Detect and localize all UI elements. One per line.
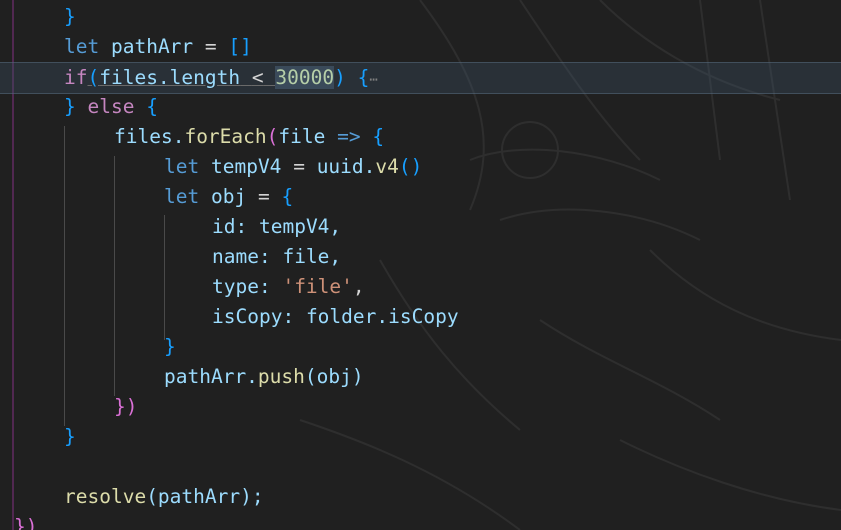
- code-token: resolve: [64, 485, 147, 508]
- code-token: pathArr: [110, 35, 194, 58]
- code-token: {: [281, 185, 294, 208]
- code-line[interactable]: let tempV4 = uuid.v4(): [0, 152, 841, 182]
- code-line[interactable]: id: tempV4,: [0, 212, 841, 242]
- code-token: uuid.: [316, 155, 376, 178]
- code-text: name: file,: [212, 242, 341, 272]
- code-line[interactable]: }: [0, 2, 841, 32]
- code-token: <: [251, 66, 264, 89]
- code-token: if: [64, 66, 88, 89]
- code-token: []: [228, 35, 252, 58]
- code-text: } else {: [64, 92, 158, 122]
- code-text: resolve(pathArr);: [64, 482, 264, 512]
- code-line[interactable]: }: [0, 332, 841, 362]
- code-token: name:: [212, 245, 271, 268]
- code-token: push: [257, 365, 305, 388]
- code-token: }): [14, 515, 38, 530]
- code-token: =>: [337, 125, 361, 148]
- folded-code-ellipsis-icon[interactable]: ⋯: [369, 72, 377, 88]
- code-text: let pathArr = []: [64, 32, 252, 62]
- code-line[interactable]: files.forEach(file => {: [0, 122, 841, 152]
- code-token: id:: [212, 215, 248, 238]
- code-editor[interactable]: } let pathArr = [] if(files.length < 300…: [0, 0, 841, 530]
- code-token: file: [278, 125, 326, 148]
- code-token: }: [64, 5, 76, 28]
- code-token: isCopy:: [212, 305, 295, 328]
- code-token: {: [357, 66, 370, 89]
- code-token: v4: [375, 155, 399, 178]
- code-line-current[interactable]: if(files.length < 30000) {⋯: [0, 62, 841, 94]
- code-token: (obj): [304, 365, 364, 388]
- code-token: }: [64, 425, 76, 448]
- code-line[interactable]: resolve(pathArr);: [0, 482, 841, 512]
- code-token: =: [293, 155, 305, 178]
- code-token: let: [64, 35, 100, 58]
- code-line-empty[interactable]: [0, 452, 841, 482]
- code-text: id: tempV4,: [212, 212, 341, 242]
- code-token: else: [87, 95, 135, 118]
- code-token: let: [164, 155, 200, 178]
- code-token: {: [146, 95, 158, 118]
- code-text: if(files.length < 30000) {⋯: [64, 63, 378, 95]
- code-line[interactable]: let obj = {: [0, 182, 841, 212]
- code-token: (): [398, 155, 423, 178]
- code-token: obj: [210, 185, 247, 208]
- code-token: let: [164, 185, 200, 208]
- code-token: tempV4,: [258, 215, 342, 238]
- code-token: forEach: [184, 125, 267, 148]
- code-token: (: [87, 66, 100, 89]
- code-text: isCopy: folder.isCopy: [212, 302, 459, 332]
- code-token: tempV4: [210, 155, 282, 178]
- code-line[interactable]: }: [0, 422, 841, 452]
- code-token: ): [334, 66, 346, 89]
- code-text: let obj = {: [164, 182, 293, 212]
- code-token: 30000: [275, 66, 335, 89]
- code-line[interactable]: isCopy: folder.isCopy: [0, 302, 841, 332]
- code-line[interactable]: }): [0, 512, 841, 530]
- code-token: (: [266, 125, 279, 148]
- code-token: type:: [212, 275, 271, 298]
- code-text: let tempV4 = uuid.v4(): [164, 152, 422, 182]
- code-line[interactable]: pathArr.push(obj): [0, 362, 841, 392]
- code-token: (pathArr);: [146, 485, 264, 508]
- code-token: =: [204, 35, 217, 58]
- code-token: }: [164, 335, 176, 358]
- code-text: files.forEach(file => {: [114, 122, 384, 152]
- code-token: {: [372, 125, 385, 148]
- code-line[interactable]: name: file,: [0, 242, 841, 272]
- code-line[interactable]: type: 'file',: [0, 272, 841, 302]
- code-token: }): [114, 395, 138, 418]
- code-token: 'file': [282, 275, 353, 298]
- code-token: file,: [282, 245, 342, 268]
- code-text: type: 'file',: [212, 272, 365, 302]
- code-token: =: [257, 185, 270, 208]
- code-token: files.: [114, 125, 185, 148]
- code-line[interactable]: }): [0, 392, 841, 422]
- code-token: files.length: [99, 66, 241, 89]
- code-token: ,: [352, 275, 365, 298]
- code-token: pathArr.: [164, 365, 258, 388]
- code-token: }: [64, 95, 76, 118]
- code-line[interactable]: } else {: [0, 92, 841, 122]
- code-line[interactable]: let pathArr = []: [0, 32, 841, 62]
- code-text: pathArr.push(obj): [164, 362, 364, 392]
- code-token: folder.isCopy: [305, 305, 459, 328]
